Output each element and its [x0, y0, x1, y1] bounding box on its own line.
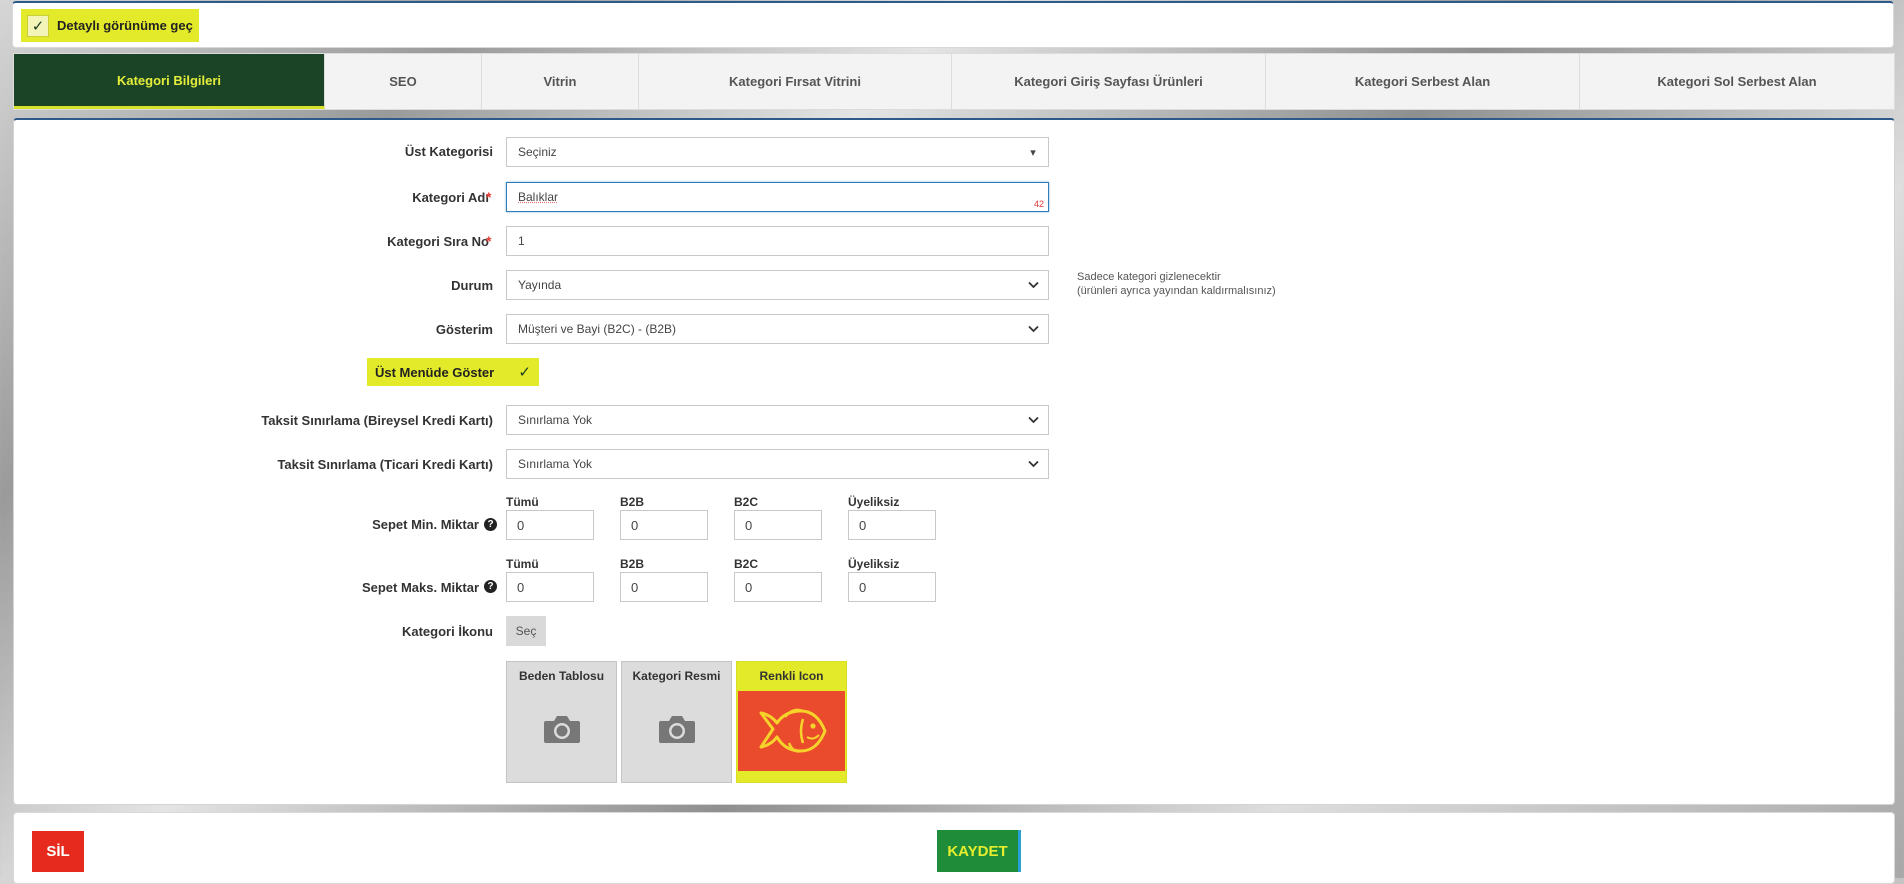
image-card-beden-tablosu[interactable]: Beden Tablosu	[506, 661, 617, 783]
parent-category-label: Üst Kategorisi	[404, 144, 493, 159]
delete-button[interactable]: SİL	[32, 831, 84, 872]
chevron-down-icon	[1027, 323, 1039, 335]
category-name-input[interactable]: Balıklar 42	[506, 182, 1049, 212]
tab-bar: Kategori Bilgileri SEO Vitrin Kategori F…	[13, 53, 1895, 110]
show-top-menu-label: Üst Menüde Göster	[375, 364, 495, 380]
image-card-kategori-resmi[interactable]: Kategori Resmi	[621, 661, 732, 783]
basket-min-label: Sepet Min. Miktar	[372, 517, 479, 532]
basket-min-col-b2c: B2C	[734, 495, 759, 509]
installment-individual-select[interactable]: Sınırlama Yok	[506, 405, 1049, 435]
status-select[interactable]: Yayında	[506, 270, 1049, 300]
basket-min-b2b-input[interactable]: 0	[620, 510, 708, 540]
sort-no-label: Kategori Sıra No	[387, 234, 489, 249]
status-label: Durum	[451, 278, 493, 293]
action-bar: SİL KAYDET	[13, 812, 1895, 884]
basket-max-label: Sepet Maks. Miktar	[361, 580, 479, 595]
chevron-down-icon	[1027, 414, 1039, 426]
camera-icon	[544, 716, 580, 743]
tab-kategori-serbest-alan[interactable]: Kategori Serbest Alan	[1266, 54, 1580, 109]
chevron-down-icon	[1027, 458, 1039, 470]
sort-no-input[interactable]: 1	[506, 226, 1049, 256]
basket-max-all-input[interactable]: 0	[506, 572, 594, 602]
tab-kategori-bilgileri[interactable]: Kategori Bilgileri	[14, 54, 325, 109]
status-hint-line2: (ürünleri ayrıca yayından kaldırmalısını…	[1077, 285, 1276, 297]
basket-max-col-b2b: B2B	[620, 557, 645, 571]
sort-no-value: 1	[518, 234, 525, 248]
display-label: Gösterim	[435, 322, 493, 337]
checkmark-icon: ✓	[518, 364, 531, 381]
status-hint-line1: Sadece kategori gizlenecektir	[1077, 271, 1221, 283]
basket-max-b2b-input[interactable]: 0	[620, 572, 708, 602]
chevron-down-icon	[1027, 279, 1039, 291]
help-icon[interactable]: ?	[484, 580, 497, 593]
tab-kategori-giris-sayfasi-urunleri[interactable]: Kategori Giriş Sayfası Ürünleri	[952, 54, 1266, 109]
basket-min-b2c-input[interactable]: 0	[734, 510, 822, 540]
detail-view-toggle[interactable]: ✓ Detaylı görünüme geç	[21, 9, 199, 42]
basket-min-col-all: Tümü	[506, 495, 539, 509]
category-icon-label: Kategori İkonu	[401, 624, 493, 639]
basket-max-col-guest: Üyeliksiz	[848, 557, 900, 571]
display-value: Müşteri ve Bayi (B2C) - (B2B)	[518, 322, 677, 336]
image-card-caption: Kategori Resmi	[632, 669, 721, 683]
basket-max-col-b2c: B2C	[734, 557, 759, 571]
show-top-menu-toggle[interactable]: Üst Menüde Göster ✓	[367, 358, 539, 386]
basket-min-col-b2b: B2B	[620, 495, 645, 509]
installment-individual-label: Taksit Sınırlama (Bireysel Kredi Kartı)	[261, 413, 493, 428]
image-card-caption: Beden Tablosu	[518, 669, 605, 683]
tab-kategori-sol-serbest-alan[interactable]: Kategori Sol Serbest Alan	[1580, 54, 1894, 109]
tab-kategori-firsat-vitrini[interactable]: Kategori Fırsat Vitrini	[639, 54, 952, 109]
category-name-value: Balıklar	[518, 190, 559, 204]
colored-icon-preview	[738, 691, 845, 771]
basket-min-all-input[interactable]: 0	[506, 510, 594, 540]
detail-view-label: Detaylı görünüme geç	[57, 18, 193, 33]
char-count: 42	[1033, 199, 1044, 209]
required-marker: *	[486, 189, 492, 205]
image-card-caption: Renkli Icon	[759, 669, 824, 683]
installment-commercial-select[interactable]: Sınırlama Yok	[506, 449, 1049, 479]
camera-icon	[659, 716, 695, 743]
help-icon[interactable]: ?	[484, 518, 497, 531]
installment-commercial-value: Sınırlama Yok	[518, 457, 593, 471]
basket-min-col-guest: Üyeliksiz	[848, 495, 900, 509]
basket-max-col-all: Tümü	[506, 557, 539, 571]
installment-individual-value: Sınırlama Yok	[518, 413, 593, 427]
top-bar: ✓ Detaylı görünüme geç	[12, 1, 1894, 48]
category-name-label: Kategori Adı	[412, 190, 489, 205]
status-value: Yayında	[518, 278, 562, 292]
basket-max-guest-input[interactable]: 0	[848, 572, 936, 602]
basket-max-b2c-input[interactable]: 0	[734, 572, 822, 602]
tab-seo[interactable]: SEO	[325, 54, 482, 109]
parent-category-select[interactable]: Seçiniz ▾	[506, 137, 1049, 167]
caret-down-icon: ▾	[1030, 146, 1036, 159]
checkmark-icon: ✓	[27, 14, 49, 37]
save-button[interactable]: KAYDET	[937, 830, 1021, 872]
display-select[interactable]: Müşteri ve Bayi (B2C) - (B2B)	[506, 314, 1049, 344]
installment-commercial-label: Taksit Sınırlama (Ticari Kredi Kartı)	[277, 457, 493, 472]
category-form-panel: Üst Kategorisi Seçiniz ▾ Kategori Adı * …	[13, 118, 1895, 805]
tab-vitrin[interactable]: Vitrin	[482, 54, 639, 109]
required-marker: *	[486, 233, 492, 249]
basket-min-guest-input[interactable]: 0	[848, 510, 936, 540]
fish-icon	[759, 708, 826, 753]
select-icon-button[interactable]: Seç	[506, 616, 546, 646]
status-hint: Sadece kategori gizlenecektir (ürünleri …	[1077, 270, 1276, 298]
parent-category-value: Seçiniz	[518, 145, 557, 159]
image-card-renkli-icon[interactable]: Renkli Icon	[736, 661, 847, 783]
